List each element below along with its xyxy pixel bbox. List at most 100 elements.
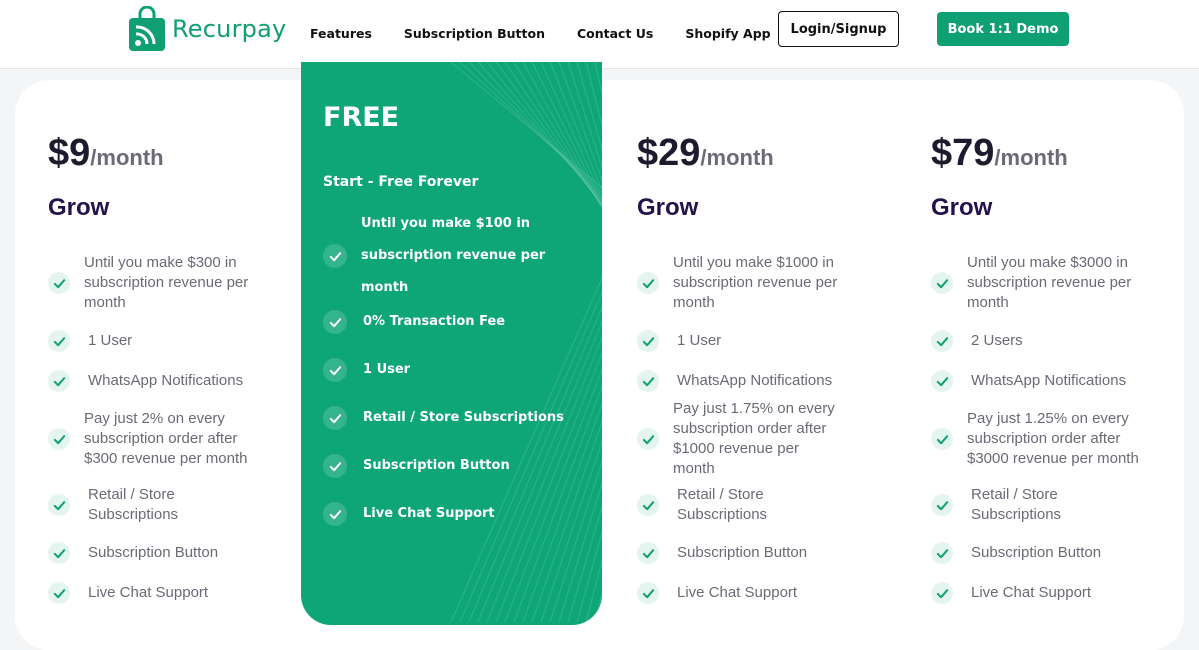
feature-text: 1 User [677,332,722,349]
feature-text: WhatsApp Notifications [971,372,1127,389]
price-period: /month [700,145,774,170]
plan-name: Grow [637,194,699,221]
book-demo-button[interactable]: Book 1:1 Demo [937,12,1069,46]
feature-item: Until you make $1000 in subscription rev… [637,253,843,313]
plan-price: $79/month [931,132,1068,175]
free-feature-item: Subscription Button [323,450,585,482]
feature-item: 1 User [48,330,258,352]
check-icon [48,428,70,450]
free-feature-item: Live Chat Support [323,498,585,530]
check-icon [323,454,347,478]
feature-text: Pay just 2% on every subscription order … [84,410,248,467]
feature-item: 1 User [637,330,847,352]
logo[interactable]: Recurpay [128,6,286,52]
feature-text: Subscription Button [971,544,1102,561]
check-icon [637,428,659,450]
free-feature-item: 1 User [323,354,585,386]
price-period: /month [994,145,1068,170]
feature-item: Pay just 1.25% on every subscription ord… [931,409,1142,469]
check-icon [48,494,70,516]
check-icon [931,370,953,392]
free-plan-subtitle: Start - Free Forever [323,174,479,190]
check-icon [931,272,953,294]
feature-item: Retail / Store Subscriptions [637,485,847,525]
check-icon [323,406,347,430]
free-feature-item: Until you make $100 in subscription reve… [323,216,583,295]
check-icon [323,358,347,382]
free-plan-card: FREE Start - Free Forever Until you make… [301,62,602,625]
price-amount: $29 [637,132,701,174]
check-icon [931,330,953,352]
plan-name: Grow [48,194,110,221]
feature-item: Retail / Store Subscriptions [48,485,258,525]
plan-price: $29/month [637,132,774,175]
feature-text: WhatsApp Notifications [88,372,244,389]
site-header: Recurpay Features Subscription Button Co… [0,0,1199,69]
feature-item: Live Chat Support [637,582,847,604]
feature-item: Until you make $300 in subscription reve… [48,253,254,313]
check-icon [637,542,659,564]
price-amount: $9 [48,132,91,174]
feature-item: Retail / Store Subscriptions [931,485,1146,525]
plan-name: Grow [931,194,993,221]
free-feature-text: Subscription Button [363,458,510,473]
feature-item: 2 Users [931,330,1146,352]
feature-item: Until you make $3000 in subscription rev… [931,253,1142,313]
shopping-bag-logo-icon [129,6,165,51]
feature-text: Retail / Store Subscriptions [677,486,768,523]
check-icon [48,330,70,352]
feature-item: Live Chat Support [48,582,258,604]
check-icon [931,542,953,564]
free-feature-text: Until you make $100 in subscription reve… [361,216,546,295]
feature-text: Until you make $300 in subscription reve… [84,254,249,311]
free-plan-title: FREE [323,102,400,133]
feature-text: Subscription Button [88,544,219,561]
feature-text: 1 User [88,332,133,349]
plan-price: $9/month [48,132,164,175]
nav-contact-us[interactable]: Contact Us [577,26,653,41]
feature-item: WhatsApp Notifications [637,370,847,392]
free-feature-text: Retail / Store Subscriptions [363,410,564,425]
check-icon [48,370,70,392]
free-feature-text: 0% Transaction Fee [363,314,506,329]
feature-text: Live Chat Support [971,584,1092,601]
check-icon [323,244,347,268]
main-nav: Features Subscription Button Contact Us … [310,26,803,41]
nav-subscription-button[interactable]: Subscription Button [404,26,545,41]
price-amount: $79 [931,132,995,174]
check-icon [48,272,70,294]
check-icon [48,542,70,564]
check-icon [637,272,659,294]
check-icon [637,582,659,604]
feature-item: Subscription Button [637,542,847,564]
feature-item: Pay just 1.75% on every subscription ord… [637,400,843,477]
feature-text: Live Chat Support [88,584,209,601]
check-icon [931,428,953,450]
nav-shopify-app[interactable]: Shopify App [685,26,770,41]
feature-text: Retail / Store Subscriptions [971,486,1062,523]
feature-item: Subscription Button [931,542,1146,564]
login-signup-button[interactable]: Login/Signup [778,11,899,47]
feature-item: Subscription Button [48,542,258,564]
feature-text: WhatsApp Notifications [677,372,833,389]
logo-text: Recurpay [172,15,287,43]
check-icon [637,494,659,516]
feature-item: Pay just 2% on every subscription order … [48,409,254,469]
check-icon [323,502,347,526]
decorative-lines-pattern [450,62,602,623]
feature-text: Retail / Store Subscriptions [88,486,179,523]
free-feature-item: Retail / Store Subscriptions [323,402,585,434]
feature-text: Live Chat Support [677,584,798,601]
feature-text: 2 Users [971,332,1023,349]
nav-features[interactable]: Features [310,26,372,41]
feature-text: Pay just 1.25% on every subscription ord… [967,410,1139,467]
check-icon [931,582,953,604]
free-feature-text: 1 User [363,362,411,377]
check-icon [323,310,347,334]
free-feature-item: 0% Transaction Fee [323,306,585,338]
price-period: /month [90,145,164,170]
feature-text: Subscription Button [677,544,808,561]
feature-text: Until you make $1000 in subscription rev… [673,254,838,311]
feature-item: WhatsApp Notifications [48,370,258,392]
feature-item: Live Chat Support [931,582,1146,604]
